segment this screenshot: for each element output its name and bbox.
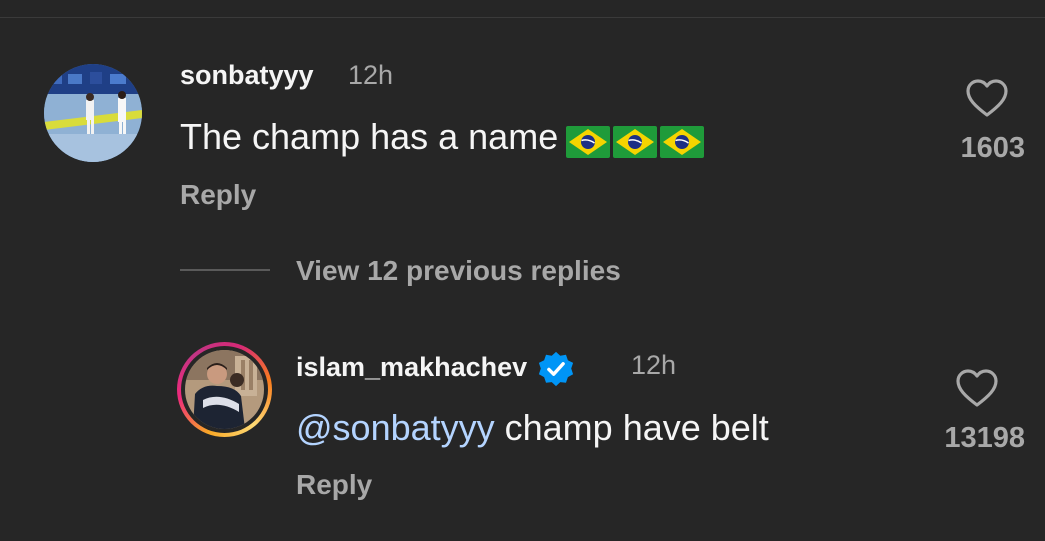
heart-icon[interactable]: [955, 368, 999, 408]
reply-timestamp: 12h: [631, 350, 677, 380]
reply-text: @sonbatyyy champ have belt: [296, 407, 769, 449]
avatar-photo: [185, 350, 264, 429]
reply-button[interactable]: Reply: [296, 469, 372, 501]
story-ring[interactable]: [177, 342, 272, 437]
brazil-flag-icon: [566, 125, 611, 158]
avatar[interactable]: [185, 350, 264, 429]
brazil-flag-icon: [660, 125, 705, 158]
reply-button[interactable]: Reply: [180, 179, 256, 211]
reply-username-text[interactable]: islam_makhachev: [296, 352, 527, 382]
reply-username[interactable]: islam_makhachev: [296, 350, 575, 388]
heart-icon[interactable]: [965, 78, 1009, 118]
brazil-flag-icon: [613, 125, 658, 158]
comment-timestamp: 12h: [348, 60, 394, 90]
like-count: 13198: [944, 422, 1025, 454]
avatar-photo: [44, 64, 142, 162]
comment-text: The champ has a name: [180, 116, 707, 160]
view-replies-button[interactable]: View 12 previous replies: [296, 255, 621, 287]
mention-link[interactable]: @sonbatyyy: [296, 407, 495, 448]
top-divider: [0, 17, 1045, 18]
reply-body: champ have belt: [494, 407, 769, 448]
replies-divider-line: [180, 269, 270, 271]
verified-badge-icon: [539, 351, 574, 387]
avatar[interactable]: [44, 64, 142, 162]
comment-body: The champ has a name: [180, 116, 559, 157]
like-count: 1603: [960, 132, 1025, 164]
comments-panel: sonbatyyy 12h The champ has a name Reply…: [0, 0, 1045, 541]
emoji-group: [566, 118, 707, 160]
comment-username[interactable]: sonbatyyy: [180, 60, 314, 91]
